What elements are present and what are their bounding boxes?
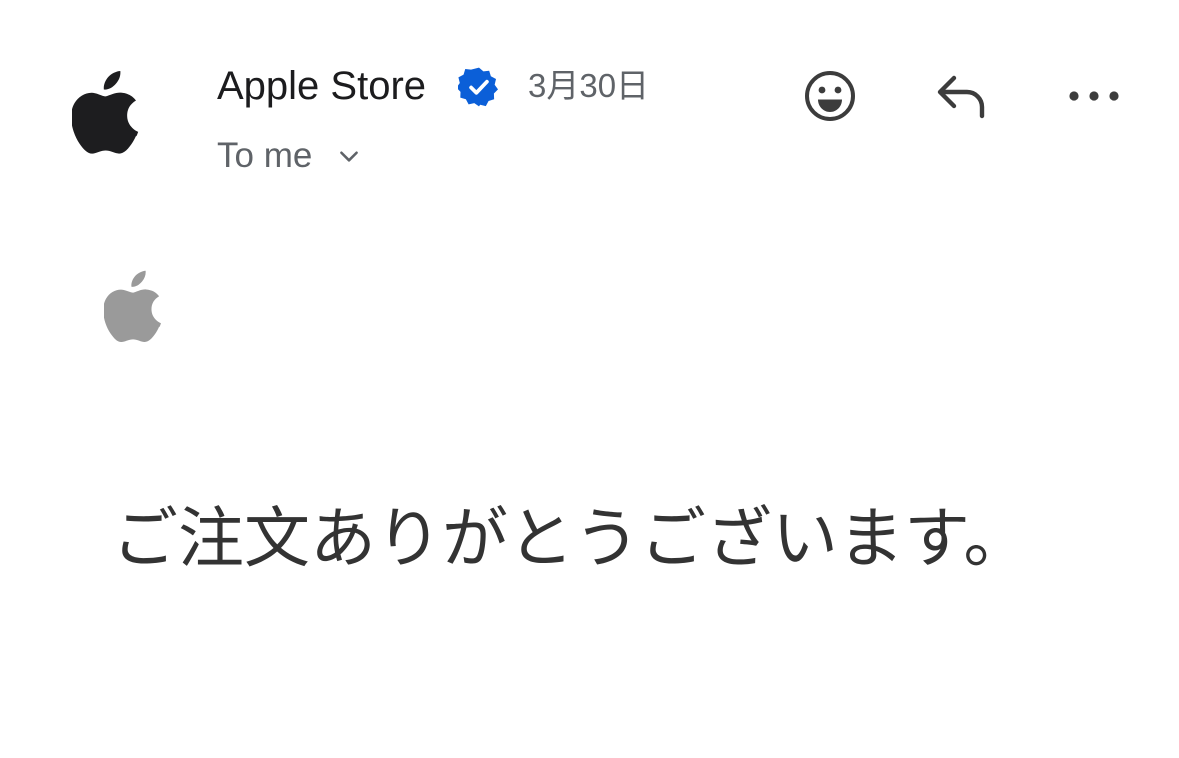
chevron-down-icon	[336, 143, 362, 169]
more-options-button[interactable]	[1062, 64, 1126, 128]
verified-badge-icon	[458, 66, 500, 108]
email-date: 3月30日	[528, 67, 650, 104]
apple-logo-icon	[72, 70, 139, 154]
email-heading: ご注文ありがとうございます。	[112, 500, 1030, 577]
sender-name[interactable]: Apple Store	[217, 62, 426, 110]
email-header: Apple Store 3月30日 To me	[0, 0, 1179, 200]
apple-logo-icon	[104, 270, 161, 343]
smiley-icon	[805, 71, 855, 121]
recipient-toggle[interactable]: To me	[217, 134, 362, 178]
sender-avatar[interactable]	[72, 70, 144, 156]
body-apple-logo	[104, 270, 166, 344]
add-reaction-button[interactable]	[798, 64, 862, 128]
reply-icon	[937, 75, 985, 119]
more-horizontal-icon	[1069, 91, 1119, 101]
reply-button[interactable]	[930, 64, 994, 128]
recipient-label: To me	[217, 136, 313, 175]
